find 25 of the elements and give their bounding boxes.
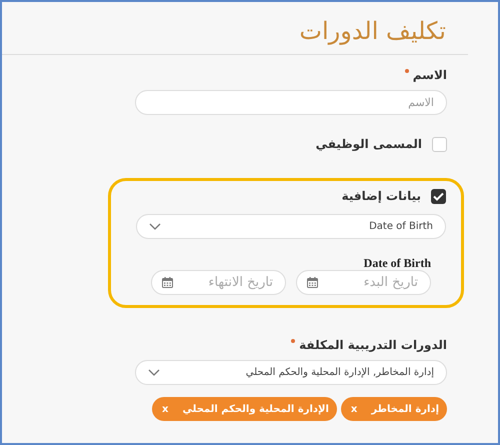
page-title: تكليف الدورات: [299, 16, 446, 46]
select-value: إدارة المخاطر, الإدارة المحلية والحكم المحلي: [246, 366, 434, 380]
date-placeholder: تاريخ البدء: [364, 274, 418, 292]
checkbox-label: المسمى الوظيفي: [316, 136, 422, 153]
select-field[interactable]: Date of Birth: [136, 214, 446, 239]
chip-label: إدارة المخاطر: [371, 402, 439, 416]
chevron-down-icon: [149, 222, 161, 230]
date-placeholder: تاريخ الانتهاء: [208, 274, 273, 292]
date-field[interactable]: تاريخ الانتهاء: [151, 270, 286, 295]
field-label: Date of Birth: [364, 255, 431, 272]
calendar-icon: [307, 277, 318, 288]
name-input[interactable]: الاسم: [135, 90, 447, 115]
checkbox[interactable]: [432, 136, 447, 152]
select-value: Date of Birth: [369, 220, 433, 234]
field-label: الدورات التدريبية المكلفة: [299, 337, 447, 354]
select-field[interactable]: إدارة المخاطر, الإدارة المحلية والحكم المحلي: [135, 360, 447, 385]
remove-button[interactable]: x: [162, 402, 168, 416]
remove-button[interactable]: x: [350, 402, 358, 416]
chevron-down-icon: [148, 368, 160, 376]
checkbox-label: بيانات إضافية: [342, 188, 421, 205]
calendar-icon: [162, 277, 173, 288]
field-label: الاسم: [412, 67, 447, 84]
date-field[interactable]: تاريخ البدء: [296, 270, 431, 295]
chip-label: الإدارة المحلية والحكم المحلي: [182, 402, 329, 416]
checkbox[interactable]: [431, 188, 446, 204]
